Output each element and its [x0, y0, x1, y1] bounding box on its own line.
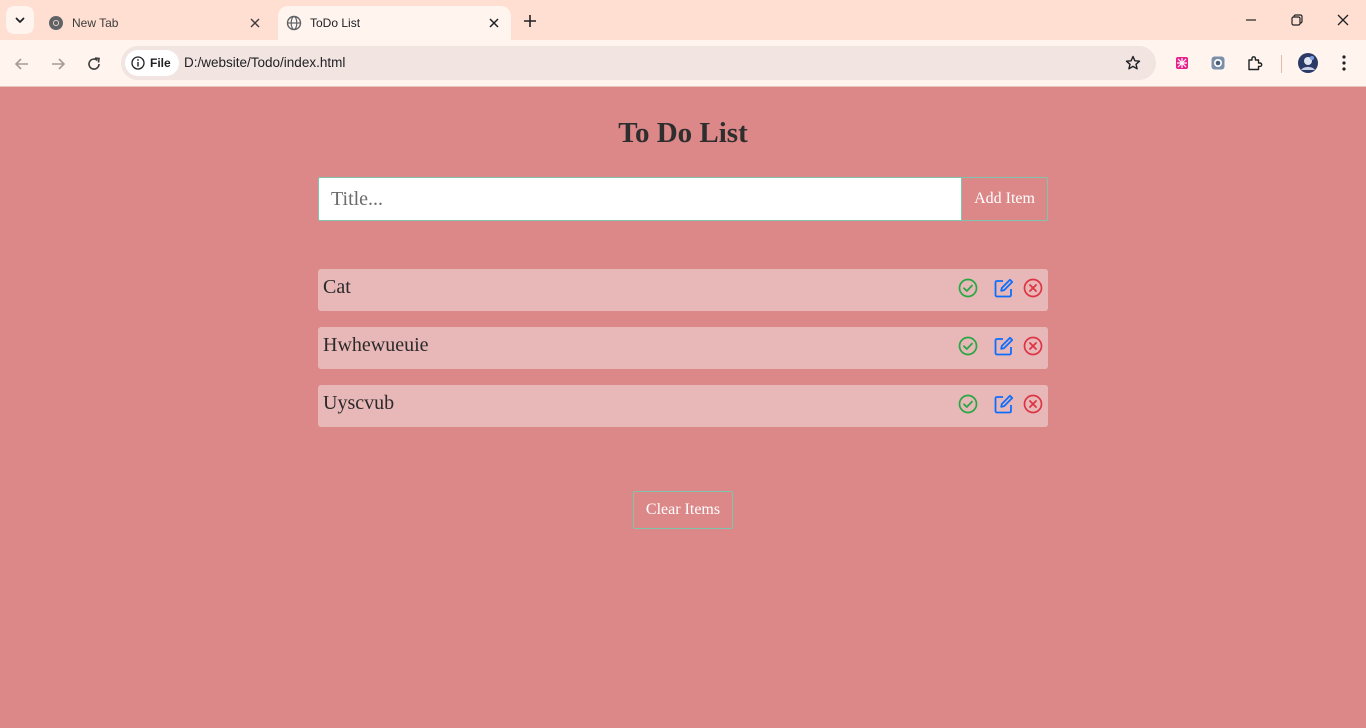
close-window-button[interactable]: [1320, 6, 1366, 34]
todo-item-text: Hwhewueuie: [323, 334, 429, 356]
clear-items-button[interactable]: Clear Items: [633, 491, 733, 529]
reload-button[interactable]: [80, 50, 108, 78]
todo-item: Cat: [318, 269, 1048, 311]
todo-item-text: Cat: [323, 276, 351, 298]
toolbar-separator: [1281, 55, 1282, 73]
close-icon[interactable]: [485, 14, 503, 32]
todo-item: Hwhewueuie: [318, 327, 1048, 369]
menu-button[interactable]: [1332, 51, 1356, 75]
close-icon: [1337, 14, 1349, 26]
reload-icon: [88, 57, 100, 70]
check-circle-icon[interactable]: [957, 277, 979, 299]
add-item-button[interactable]: Add Item: [961, 177, 1048, 221]
url-text: D:/website/Todo/index.html: [184, 55, 346, 70]
title-input[interactable]: [318, 177, 962, 221]
tab-title: New Tab: [72, 16, 119, 30]
minimize-button[interactable]: [1228, 6, 1274, 34]
extension-icon[interactable]: [1243, 51, 1267, 75]
pencil-square-icon[interactable]: [993, 277, 1015, 299]
restore-button[interactable]: [1274, 6, 1320, 34]
more-vert-icon: [1342, 55, 1346, 71]
plus-icon: [524, 15, 536, 27]
info-icon: [131, 56, 145, 70]
todo-item-text: Uyscvub: [323, 392, 395, 414]
tab-title: ToDo List: [310, 16, 361, 30]
back-icon: [14, 58, 28, 70]
globe-icon: [286, 15, 302, 31]
close-icon[interactable]: [246, 14, 264, 32]
pencil-square-icon[interactable]: [993, 335, 1015, 357]
extension-camera-icon[interactable]: [1206, 51, 1230, 75]
restore-icon: [1291, 14, 1303, 26]
browser-toolbar: File D:/website/Todo/index.html: [0, 40, 1366, 87]
x-circle-icon[interactable]: [1022, 277, 1044, 299]
page-title: To Do List: [618, 117, 748, 149]
todo-item: Uyscvub: [318, 385, 1048, 427]
address-bar[interactable]: File D:/website/Todo/index.html: [121, 46, 1156, 80]
minimize-icon: [1246, 19, 1256, 21]
chrome-icon: [48, 15, 64, 31]
check-circle-icon[interactable]: [957, 335, 979, 357]
x-circle-icon[interactable]: [1022, 335, 1044, 357]
back-button[interactable]: [8, 50, 36, 78]
forward-icon: [52, 58, 66, 70]
new-tab-button[interactable]: [518, 9, 542, 33]
pencil-square-icon[interactable]: [993, 393, 1015, 415]
bookmark-star-icon[interactable]: [1122, 52, 1144, 74]
tab-strip: New Tab ToDo List: [0, 0, 1366, 40]
tab-new-tab[interactable]: New Tab: [40, 6, 272, 40]
chevron-down-icon: [15, 17, 25, 23]
page-content: To Do List Add Item Cat Hwhewueuie Uyscv…: [0, 87, 1366, 728]
forward-button[interactable]: [44, 50, 72, 78]
x-circle-icon[interactable]: [1022, 393, 1044, 415]
profile-avatar[interactable]: [1296, 51, 1320, 75]
tab-search-button[interactable]: [6, 6, 34, 34]
check-circle-icon[interactable]: [957, 393, 979, 415]
tab-todo-list[interactable]: ToDo List: [278, 6, 511, 40]
scheme-label: File: [150, 56, 171, 70]
extension-grid-icon[interactable]: [1170, 51, 1194, 75]
